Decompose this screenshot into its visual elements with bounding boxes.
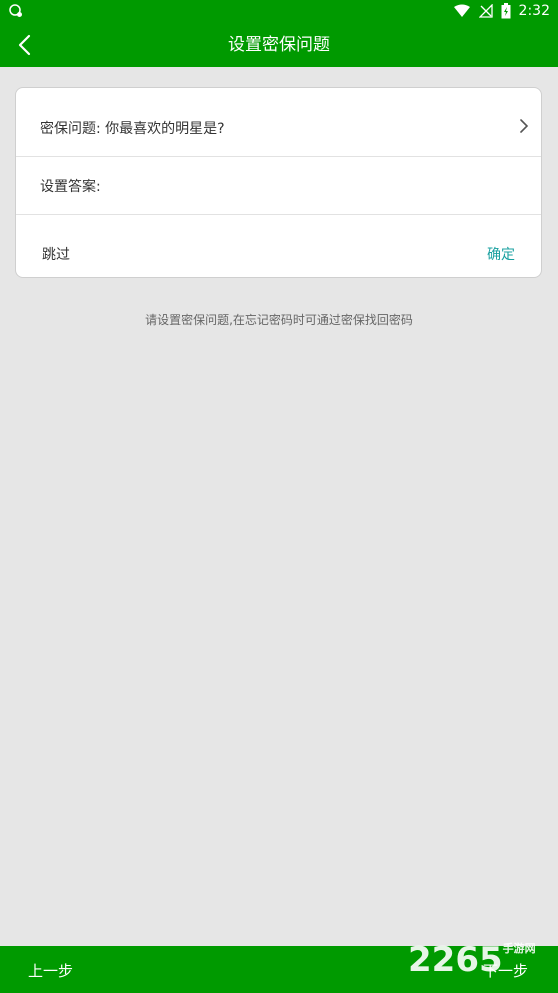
watermark-subtitle: 手游网: [502, 942, 536, 955]
status-icons: 2:32: [453, 2, 550, 20]
app-bar: 设置密保问题: [0, 24, 558, 67]
no-signal-icon: [478, 4, 493, 18]
notification-icon: [9, 4, 22, 17]
wifi-icon: [453, 4, 470, 17]
question-selector[interactable]: 密保问题: 你最喜欢的明星是?: [16, 88, 541, 157]
answer-row: 设置答案:: [16, 156, 541, 215]
answer-input[interactable]: [112, 168, 516, 202]
actions-row: 跳过 确定: [16, 214, 541, 278]
page-title: 设置密保问题: [228, 35, 330, 55]
prev-step-button[interactable]: 上一步: [28, 960, 73, 981]
answer-label: 设置答案:: [40, 179, 101, 195]
battery-icon: [501, 3, 511, 19]
question-label: 密保问题: 你最喜欢的明星是?: [40, 121, 225, 137]
confirm-button[interactable]: 确定: [487, 244, 515, 264]
status-bar: 2:32: [0, 0, 558, 24]
status-time: 2:32: [518, 3, 550, 19]
skip-button[interactable]: 跳过: [42, 244, 70, 264]
hint-text: 请设置密保问题,在忘记密码时可通过密保找回密码: [145, 313, 413, 327]
watermark-logo: 2265手游网: [408, 940, 536, 980]
chevron-right-icon: [520, 119, 529, 133]
security-question-card: 密保问题: 你最喜欢的明星是? 设置答案: 跳过 确定: [15, 87, 542, 278]
watermark-number: 2265: [408, 940, 503, 980]
